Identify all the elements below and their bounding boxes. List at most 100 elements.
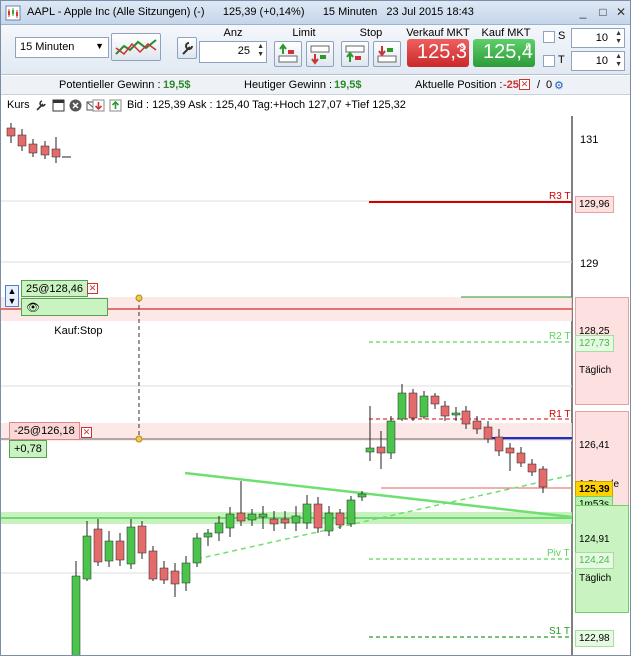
order-toolbar: 15 Minuten ▼ Anz 25 ▲ ▼ Limit Stop Verka… xyxy=(1,25,630,75)
limit-label: Limit xyxy=(292,27,316,39)
buy-market-button[interactable]: 125,4 0 xyxy=(473,39,535,67)
timeframe-value: 15 Minuten xyxy=(20,41,75,53)
limit-buy-icon xyxy=(278,43,298,63)
chart-type-button[interactable] xyxy=(111,33,161,61)
buy-market-label: Kauf MKT xyxy=(481,27,531,39)
r3-label: R3 T xyxy=(549,191,571,202)
candle xyxy=(137,521,147,559)
limit-sell-icon xyxy=(310,45,330,65)
s1-label: S1 T xyxy=(549,626,570,637)
candle xyxy=(440,401,450,421)
eye-icon[interactable]: 👁 xyxy=(26,301,40,314)
gear-icon[interactable]: ⚙ xyxy=(554,79,564,92)
chevron-down-icon: ▼ xyxy=(95,41,104,51)
price-chart[interactable]: 131 129 128 127 126 124 R3 T R2 T R1 T P… xyxy=(1,96,630,656)
candle xyxy=(192,533,202,567)
candle xyxy=(505,443,515,471)
short-position-qty[interactable]: -25@126,18 xyxy=(9,422,80,440)
up-down-arrows-icon: ▲ ▼ xyxy=(7,286,17,306)
order-handle[interactable] xyxy=(135,294,143,302)
maximize-button[interactable]: □ xyxy=(596,5,610,19)
takeprofit-checkbox[interactable] xyxy=(543,55,555,67)
candle xyxy=(148,546,158,581)
candle xyxy=(170,563,180,597)
stoploss-value: 10 xyxy=(595,32,608,44)
position-label: Aktuelle Position : xyxy=(415,79,503,91)
sell-market-button[interactable]: 125,3 9 xyxy=(407,39,469,67)
stepper-arrows-icon[interactable]: ▲ ▼ xyxy=(257,43,264,59)
timeframe-select[interactable]: 15 Minuten ▼ xyxy=(15,37,109,58)
stop-sell-button[interactable] xyxy=(373,41,401,67)
limit-sell-button[interactable] xyxy=(306,41,334,67)
candle xyxy=(516,447,526,467)
y-tick-label: 129 xyxy=(580,258,598,270)
candle xyxy=(28,139,38,157)
candle xyxy=(104,531,114,567)
minimize-button[interactable]: _ xyxy=(576,5,590,19)
close-position-icon[interactable]: ✕ xyxy=(519,79,530,90)
candle xyxy=(419,391,429,419)
cancel-order-icon[interactable]: ✕ xyxy=(87,283,98,294)
stepper-arrows-icon[interactable]: ▲ ▼ xyxy=(615,53,622,69)
pivot-price-tag: 124,24 xyxy=(575,552,614,569)
y-tick-label: 131 xyxy=(580,134,598,146)
short-position-pnl: +0,78 xyxy=(9,440,47,458)
candle xyxy=(181,556,191,591)
daily-low-sub: Täglich xyxy=(579,573,612,584)
candle xyxy=(430,393,440,409)
profit-info-bar: Potentieller Gewinn : 19,5$ Heutiger Gew… xyxy=(1,76,630,95)
sell-price-sup: 9 xyxy=(459,42,465,53)
settings-button[interactable] xyxy=(177,37,197,59)
candle xyxy=(397,384,407,421)
daily-low-value: 124,91 xyxy=(579,534,610,545)
quantity-stepper[interactable]: 25 ▲ ▼ xyxy=(199,41,267,63)
candle xyxy=(324,506,334,536)
candle xyxy=(159,561,169,584)
candle xyxy=(82,521,92,581)
candle xyxy=(236,481,246,526)
today-profit-value: 19,5$ xyxy=(334,79,362,91)
stop-buy-button[interactable] xyxy=(341,41,369,67)
candle xyxy=(313,497,323,533)
position-zero: 0 xyxy=(546,79,553,91)
close-position-icon[interactable]: ✕ xyxy=(81,427,92,438)
takeprofit-label: T xyxy=(558,54,565,66)
candle xyxy=(126,519,136,569)
candle xyxy=(51,137,61,163)
chart-type-icon xyxy=(115,39,157,56)
takeprofit-stepper[interactable]: 10 ▲ ▼ xyxy=(571,51,625,71)
order-handle[interactable] xyxy=(135,435,143,443)
chart-app-icon xyxy=(5,5,21,21)
trend-line-solid[interactable] xyxy=(184,471,573,519)
r3-price-tag: 129,96 xyxy=(575,196,614,213)
order-move-handle[interactable]: ▲ ▼ xyxy=(5,285,19,307)
quantity-label: Anz xyxy=(223,27,243,39)
candle xyxy=(291,506,301,531)
buy-price-sup: 0 xyxy=(525,42,531,53)
stoploss-checkbox[interactable] xyxy=(543,31,555,43)
s1-price-tag: 122,98 xyxy=(575,630,614,647)
quantity-value: 25 xyxy=(237,45,250,57)
candle xyxy=(527,459,537,476)
takeprofit-value: 10 xyxy=(595,55,608,67)
candle xyxy=(40,141,50,159)
stepper-arrows-icon[interactable]: ▲ ▼ xyxy=(615,30,622,46)
candle xyxy=(225,507,235,537)
r2-price-tag: 127,73 xyxy=(575,335,614,352)
stoploss-stepper[interactable]: 10 ▲ ▼ xyxy=(571,28,625,48)
position-value: -25 xyxy=(503,79,519,91)
title-bar: AAPL - Apple Inc (Alle Sitzungen) (-) 12… xyxy=(1,1,630,25)
buy-stop-order-type[interactable]: 👁 Kauf:Stop xyxy=(21,298,108,337)
limit-buy-button[interactable] xyxy=(274,41,302,67)
position-slash: / xyxy=(537,79,541,91)
potential-profit-value: 19,5$ xyxy=(163,79,191,91)
r1-value: 126,41 xyxy=(579,440,610,451)
candle xyxy=(93,519,103,566)
candle xyxy=(115,533,125,566)
candle xyxy=(408,389,418,421)
stop-buy-icon xyxy=(345,45,365,62)
chart-window: AAPL - Apple Inc (Alle Sitzungen) (-) 12… xyxy=(0,0,631,656)
close-button[interactable]: ✕ xyxy=(614,5,628,19)
buy-stop-order-qty[interactable]: 25@128,46 xyxy=(21,280,89,297)
window-title: AAPL - Apple Inc (Alle Sitzungen) (-) 12… xyxy=(27,6,474,18)
